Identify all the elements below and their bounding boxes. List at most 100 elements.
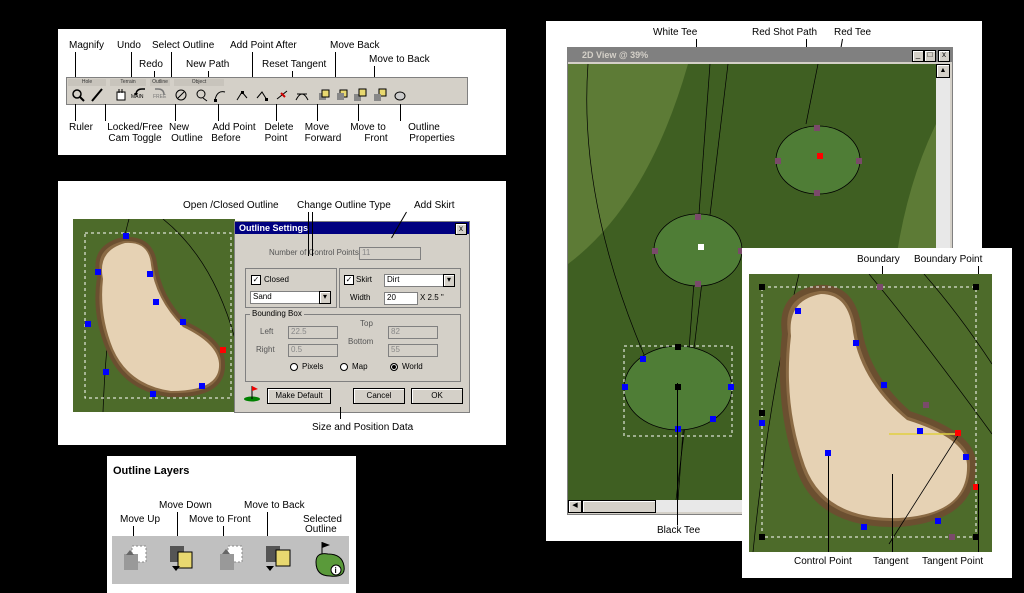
- svg-text:i: i: [335, 566, 337, 575]
- toolbar-strip: Hole Terrain Outline Object MAIN FREE: [66, 77, 468, 105]
- callout-selected-outline: Outline: [305, 524, 337, 535]
- callout-add-point: Add Point: [212, 122, 256, 133]
- callout-move-to-front: Front: [364, 133, 388, 144]
- num-points-field: 11: [359, 247, 421, 260]
- pixels-radio[interactable]: [290, 363, 298, 371]
- callout-add-skirt: Add Skirt: [414, 200, 455, 211]
- callout-reset-tangent: Reset Tangent: [262, 59, 327, 70]
- skirt-type-select[interactable]: Dirt: [384, 274, 444, 287]
- flag-icon: [243, 384, 261, 405]
- callout-outline: Outline: [408, 122, 440, 133]
- move-to-back-button[interactable]: [262, 544, 294, 576]
- callout-move-to-front-layer: Move to Front: [189, 514, 251, 525]
- callout-red-shot-path: Red Shot Path: [752, 27, 818, 38]
- bottom-field: 55: [388, 344, 438, 357]
- maximize-button[interactable]: □: [924, 50, 936, 62]
- callout-move-back: Move Back: [330, 40, 380, 51]
- ok-button[interactable]: OK: [411, 388, 463, 404]
- move-back-icon[interactable]: [333, 86, 350, 103]
- map-label: Map: [352, 362, 368, 371]
- callout-move-forward: Forward: [304, 133, 342, 144]
- callout-size-position: Size and Position Data: [312, 422, 414, 433]
- select-outline-icon[interactable]: [172, 86, 189, 103]
- callout-tangent-point: Tangent Point: [922, 556, 984, 567]
- add-point-after-icon[interactable]: [253, 86, 270, 103]
- callout-add-point-after: Add Point After: [230, 40, 297, 51]
- move-to-front-icon[interactable]: [351, 86, 368, 103]
- callout-black-tee: Black Tee: [657, 525, 701, 536]
- right-label: Right: [256, 345, 275, 354]
- right-field: 0.5: [288, 344, 338, 357]
- selected-outline-icon[interactable]: i: [312, 540, 348, 580]
- move-to-back-icon[interactable]: [371, 86, 388, 103]
- main-button-text: MAIN: [131, 94, 144, 100]
- top-field: 82: [388, 326, 438, 339]
- group-object: Object: [174, 79, 224, 86]
- map-radio[interactable]: [340, 363, 348, 371]
- callout-cam-toggle: Cam Toggle: [108, 133, 162, 144]
- close-window-button[interactable]: x: [938, 50, 950, 62]
- dialog-title: Outline Settings: [239, 223, 309, 233]
- callout-new-path: New Path: [186, 59, 230, 70]
- add-point-before-icon[interactable]: [233, 86, 250, 103]
- world-label: World: [402, 362, 423, 371]
- world-radio[interactable]: [390, 363, 398, 371]
- top-label: Top: [360, 319, 373, 328]
- callout-change-type: Change Outline Type: [297, 200, 391, 211]
- bbox-label: Bounding Box: [250, 309, 304, 318]
- cancel-button[interactable]: Cancel: [353, 388, 405, 404]
- new-outline-icon[interactable]: [193, 86, 210, 103]
- move-down-button[interactable]: [166, 544, 198, 576]
- bottom-label: Bottom: [348, 337, 374, 346]
- reset-tangent-icon[interactable]: [293, 86, 310, 103]
- callout-select-outline: Select Outline: [152, 40, 215, 51]
- callout-undo: Undo: [117, 40, 141, 51]
- minimize-button[interactable]: _: [912, 50, 924, 62]
- outline-properties-icon[interactable]: [391, 86, 408, 103]
- dialog-title-bar: Outline Settings: [235, 222, 469, 234]
- callout-add-point-before: Before: [211, 133, 241, 144]
- width-field[interactable]: 20: [384, 292, 418, 305]
- scroll-up-button[interactable]: ▲: [936, 64, 950, 78]
- make-default-button[interactable]: Make Default: [267, 388, 331, 404]
- move-forward-icon[interactable]: [315, 86, 332, 103]
- zoom-canvas: [749, 274, 992, 552]
- closed-label: Closed: [264, 275, 289, 284]
- callout-red-tee: Red Tee: [834, 27, 872, 38]
- callout-boundary-point: Boundary Point: [914, 254, 983, 265]
- magnify-icon[interactable]: [69, 86, 86, 103]
- callout-boundary: Boundary: [857, 254, 900, 265]
- callout-move-to: Move to: [350, 122, 386, 133]
- view-title: 2D View @ 39%: [582, 50, 649, 60]
- outline-type-select[interactable]: Sand: [250, 291, 324, 304]
- callout-redo: Redo: [139, 59, 163, 70]
- callout-new-outline: Outline: [171, 133, 203, 144]
- callout-open-closed: Open /Closed Outline: [183, 200, 279, 211]
- ruler-icon[interactable]: [88, 86, 105, 103]
- type-dropdown-arrow[interactable]: ▾: [319, 291, 331, 304]
- skirt-checkbox[interactable]: ✓: [344, 275, 354, 285]
- new-path-icon[interactable]: [211, 86, 228, 103]
- callout-magnify: Magnify: [69, 40, 105, 51]
- move-up-button[interactable]: [120, 544, 152, 576]
- delete-point-icon[interactable]: [273, 86, 290, 103]
- callout-white-tee: White Tee: [653, 27, 698, 38]
- closed-checkbox[interactable]: ✓: [251, 275, 261, 285]
- layers-title: Outline Layers: [113, 465, 190, 477]
- skirt-group: ✓ Skirt Dirt ▾ Width 20 X 2.5 ": [339, 268, 461, 308]
- free-button-text: FREE: [153, 94, 167, 100]
- scroll-left-button[interactable]: ◀: [568, 500, 582, 513]
- layers-toolbar: i: [112, 536, 349, 584]
- hand-icon[interactable]: [112, 86, 129, 103]
- pixels-label: Pixels: [302, 362, 324, 371]
- skirt-label: Skirt: [356, 275, 372, 284]
- callout-outline-properties: Properties: [409, 133, 455, 144]
- move-to-front-button[interactable]: [216, 544, 248, 576]
- dialog-close-button[interactable]: x: [455, 223, 467, 235]
- callout-ruler: Ruler: [69, 122, 93, 133]
- scroll-thumb[interactable]: [582, 500, 656, 513]
- callout-move: Move: [304, 122, 330, 133]
- settings-panel: Open /Closed Outline Change Outline Type…: [58, 181, 506, 445]
- layers-panel: Outline Layers Move Down Move to Back Mo…: [107, 456, 356, 593]
- skirt-dropdown-arrow[interactable]: ▾: [443, 274, 455, 287]
